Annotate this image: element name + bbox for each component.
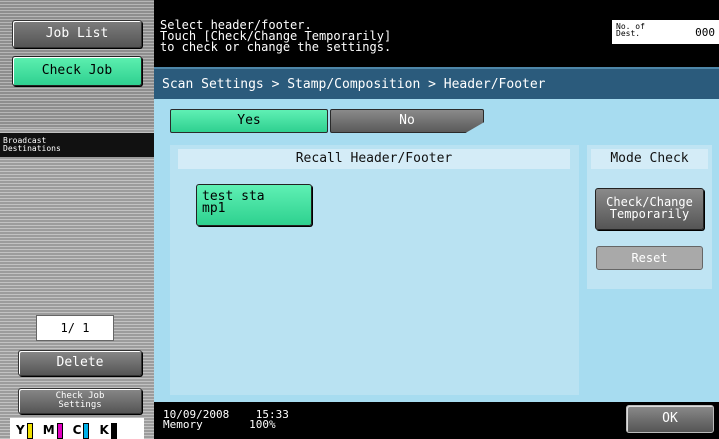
recall-header-footer-title: Recall Header/Footer [178, 149, 570, 169]
dest-count-box: No. of Dest. 000 [612, 20, 719, 44]
mode-check-title: Mode Check [591, 149, 708, 169]
toner-black-label: K [99, 423, 109, 437]
dest-count-label: No. of Dest. [616, 22, 645, 38]
page-counter: 1/ 1 [36, 315, 114, 341]
toner-black: K [99, 421, 117, 439]
reset-button[interactable]: Reset [596, 246, 703, 270]
toner-levels: Y M C K [10, 418, 144, 439]
broadcast-destinations-header: Broadcast Destinations [0, 133, 154, 157]
check-change-temporarily-button[interactable]: Check/Change Temporarily [595, 188, 704, 230]
delete-button[interactable]: Delete [18, 350, 142, 376]
instruction-message: Select header/footer. Touch [Check/Chang… [160, 18, 392, 54]
yes-button[interactable]: Yes [170, 109, 328, 133]
toner-yellow-bar [26, 423, 33, 439]
dest-count-value: 000 [695, 26, 715, 39]
main-panel: Scan Settings > Stamp/Composition > Head… [154, 67, 719, 402]
toner-yellow-label: Y [16, 423, 25, 437]
no-button[interactable]: No [330, 109, 484, 133]
breadcrumb: Scan Settings > Stamp/Composition > Head… [154, 67, 719, 99]
test-stamp-button[interactable]: test sta mp1 [196, 184, 312, 226]
check-job-settings-button[interactable]: Check Job Settings [18, 388, 142, 414]
toner-cyan: C [73, 421, 90, 439]
left-panel: Job List Check Job Broadcast Destination… [0, 0, 154, 439]
toner-yellow: Y [16, 421, 33, 439]
toner-cyan-bar [83, 423, 90, 439]
job-list-button[interactable]: Job List [12, 20, 142, 48]
toner-magenta: M [43, 421, 63, 439]
status-datetime-memory: 10/09/2008 15:33 Memory 100% [163, 408, 289, 431]
toner-black-bar [110, 423, 117, 439]
toner-magenta-bar [56, 423, 63, 439]
toner-magenta-label: M [42, 423, 55, 437]
check-job-button[interactable]: Check Job [12, 56, 142, 86]
recall-header-footer-area: Recall Header/Footer [170, 145, 579, 395]
ok-button[interactable]: OK [626, 405, 714, 433]
toner-cyan-label: C [72, 423, 82, 437]
